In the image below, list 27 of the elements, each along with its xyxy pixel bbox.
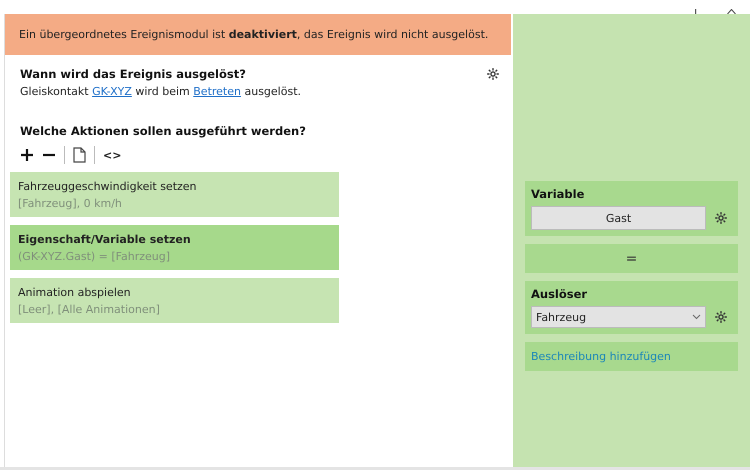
settings-icon[interactable] [486, 67, 500, 81]
settings-icon[interactable] [714, 310, 728, 324]
code-button[interactable]: <> [103, 148, 122, 162]
action-item[interactable]: Eigenschaft/Variable setzen (GK-XYZ.Gast) = [Fahrzeug] [10, 225, 339, 270]
variable-label: Variable [531, 187, 586, 201]
settings-icon[interactable] [714, 211, 728, 225]
action-detail: [Fahrzeug], 0 km/h [18, 196, 123, 210]
trigger-dropdown[interactable]: Fahrzeug [531, 306, 706, 328]
section-heading: Welche Aktionen sollen ausgeführt werden? [20, 124, 307, 138]
action-title: Fahrzeuggeschwindigkeit setzen [18, 180, 198, 192]
variable-button[interactable]: Gast [531, 206, 706, 230]
trigger-link[interactable]: GK-XYZ [92, 85, 132, 98]
section-heading: Wann wird das Ereignis ausgelöst? [20, 67, 246, 81]
trigger-label: Auslöser [531, 287, 588, 301]
chevron-down-icon [692, 314, 701, 320]
trigger-description: Gleiskontakt GK-XYZ wird beim Betreten ausgelöst. [20, 85, 302, 98]
add-icon[interactable] [20, 148, 34, 162]
trigger-link[interactable]: Betreten [193, 85, 241, 98]
action-item[interactable]: Fahrzeuggeschwindigkeit setzen [Fahrzeug], 0 km/h [10, 172, 339, 217]
action-title: Eigenschaft/Variable setzen [18, 232, 192, 246]
action-detail: [Leer], [Alle Animationen] [18, 302, 161, 316]
action-item[interactable]: Animation abspielen [Leer], [Alle Animationen] [10, 278, 339, 323]
document-icon[interactable] [73, 147, 86, 163]
action-title: Animation abspielen [18, 286, 132, 298]
operator-sign: = [626, 250, 638, 266]
action-detail: (GK-XYZ.Gast) = [Fahrzeug] [18, 250, 172, 262]
warning-text: Ein übergeordnetes Ereignismodul ist deaktiviert, das Ereignis wird nicht ausgelöst. [19, 28, 488, 41]
